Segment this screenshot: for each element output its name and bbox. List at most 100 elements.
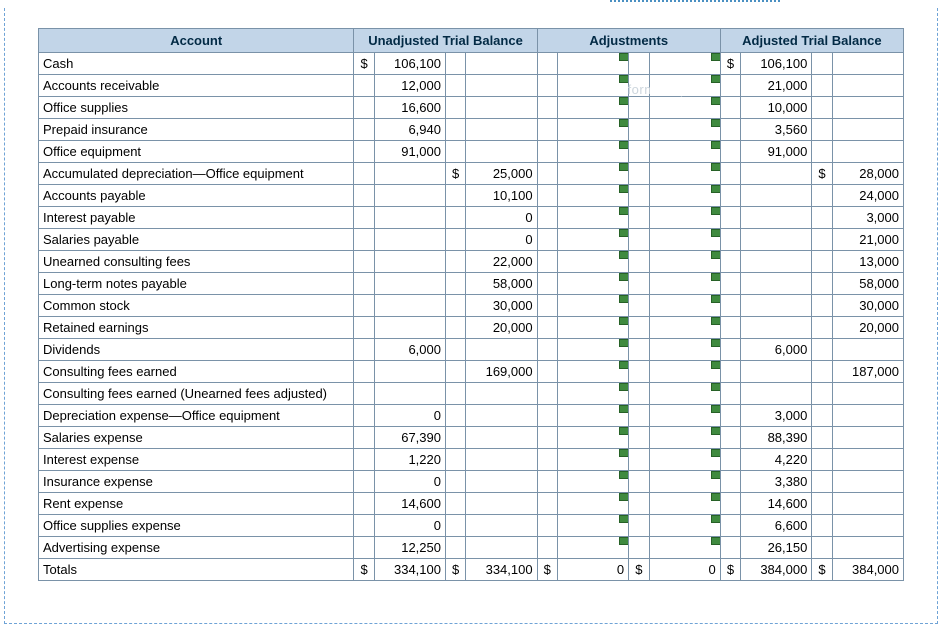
adj-cr-sym[interactable]: [629, 295, 649, 317]
adj-dr-input[interactable]: [557, 471, 628, 493]
unadj-dr-sym: [354, 471, 374, 493]
adj-cr-input[interactable]: [649, 229, 720, 251]
adj-trial-dr-sym: [720, 251, 740, 273]
adj-cr-sym[interactable]: [629, 471, 649, 493]
adj-dr-input[interactable]: [557, 537, 628, 559]
adj-cr-input[interactable]: [649, 119, 720, 141]
adj-cr-input[interactable]: [649, 273, 720, 295]
adj-cr-input[interactable]: [649, 361, 720, 383]
adj-cr-input[interactable]: [649, 493, 720, 515]
adj-dr-sym[interactable]: [537, 493, 557, 515]
adj-dr-sym[interactable]: [537, 427, 557, 449]
adj-dr-input[interactable]: [557, 361, 628, 383]
adj-dr-input[interactable]: [557, 427, 628, 449]
adj-dr-sym[interactable]: [537, 273, 557, 295]
adj-cr-input[interactable]: [649, 97, 720, 119]
adj-cr-input[interactable]: [649, 515, 720, 537]
totals-unadj-dr: 334,100: [374, 559, 445, 581]
adj-dr-sym[interactable]: [537, 229, 557, 251]
adj-cr-sym[interactable]: [629, 405, 649, 427]
adj-dr-input[interactable]: [557, 141, 628, 163]
adj-cr-input[interactable]: [649, 185, 720, 207]
adj-dr-input[interactable]: [557, 163, 628, 185]
adj-cr-input[interactable]: [649, 537, 720, 559]
adj-dr-input[interactable]: [557, 97, 628, 119]
adj-dr-sym[interactable]: [537, 97, 557, 119]
adj-dr-input[interactable]: [557, 317, 628, 339]
adj-dr-sym[interactable]: [537, 119, 557, 141]
adj-dr-input[interactable]: [557, 185, 628, 207]
adj-dr-input[interactable]: [557, 405, 628, 427]
adj-dr-input[interactable]: [557, 449, 628, 471]
adj-dr-sym[interactable]: [537, 471, 557, 493]
adj-cr-sym[interactable]: [629, 427, 649, 449]
adj-cr-sym[interactable]: [629, 515, 649, 537]
account-name: Dividends: [39, 339, 354, 361]
adj-cr-input[interactable]: [649, 75, 720, 97]
unadj-cr: 30,000: [466, 295, 537, 317]
adj-dr-input[interactable]: [557, 251, 628, 273]
adj-dr-input[interactable]: [557, 295, 628, 317]
adj-dr-sym[interactable]: [537, 339, 557, 361]
adj-cr-input[interactable]: [649, 53, 720, 75]
adj-dr-input[interactable]: [557, 119, 628, 141]
adj-dr-sym[interactable]: [537, 361, 557, 383]
adj-dr-sym[interactable]: [537, 405, 557, 427]
adj-cr-sym[interactable]: [629, 273, 649, 295]
adj-cr-input[interactable]: [649, 295, 720, 317]
adj-cr-sym[interactable]: [629, 53, 649, 75]
adj-dr-input[interactable]: [557, 339, 628, 361]
adj-dr-sym[interactable]: [537, 537, 557, 559]
adj-cr-input[interactable]: [649, 405, 720, 427]
adj-cr-sym[interactable]: [629, 493, 649, 515]
adj-dr-sym[interactable]: [537, 207, 557, 229]
adj-trial-cr-sym: $: [812, 163, 832, 185]
adj-dr-sym[interactable]: [537, 185, 557, 207]
adj-dr-sym[interactable]: [537, 295, 557, 317]
adj-dr-sym[interactable]: [537, 449, 557, 471]
adj-cr-input[interactable]: [649, 163, 720, 185]
adj-trial-dr: [741, 163, 812, 185]
adj-dr-input[interactable]: [557, 383, 628, 405]
adj-cr-sym[interactable]: [629, 75, 649, 97]
adj-dr-sym[interactable]: [537, 515, 557, 537]
adj-dr-sym[interactable]: [537, 75, 557, 97]
adj-dr-sym[interactable]: [537, 141, 557, 163]
adj-cr-sym[interactable]: [629, 185, 649, 207]
adj-cr-input[interactable]: [649, 383, 720, 405]
adj-cr-sym[interactable]: [629, 383, 649, 405]
adj-dr-input[interactable]: [557, 53, 628, 75]
adj-cr-sym[interactable]: [629, 339, 649, 361]
adj-cr-sym[interactable]: [629, 119, 649, 141]
adj-cr-input[interactable]: [649, 141, 720, 163]
adj-dr-sym[interactable]: [537, 383, 557, 405]
adj-cr-input[interactable]: [649, 207, 720, 229]
adj-dr-sym[interactable]: [537, 251, 557, 273]
adj-cr-sym[interactable]: [629, 97, 649, 119]
adj-cr-sym[interactable]: [629, 251, 649, 273]
adj-dr-sym[interactable]: [537, 53, 557, 75]
adj-dr-sym[interactable]: [537, 163, 557, 185]
adj-cr-sym[interactable]: [629, 141, 649, 163]
adj-dr-input[interactable]: [557, 273, 628, 295]
adj-dr-sym[interactable]: [537, 317, 557, 339]
adj-cr-sym[interactable]: [629, 163, 649, 185]
adj-cr-input[interactable]: [649, 449, 720, 471]
adj-cr-sym[interactable]: [629, 537, 649, 559]
adj-cr-input[interactable]: [649, 339, 720, 361]
adj-cr-sym[interactable]: [629, 361, 649, 383]
adj-dr-input[interactable]: [557, 229, 628, 251]
adj-dr-input[interactable]: [557, 207, 628, 229]
adj-dr-input[interactable]: [557, 75, 628, 97]
adj-cr-sym[interactable]: [629, 229, 649, 251]
adj-cr-input[interactable]: [649, 427, 720, 449]
adj-dr-input[interactable]: [557, 493, 628, 515]
adj-dr-input[interactable]: [557, 515, 628, 537]
adj-cr-sym[interactable]: [629, 317, 649, 339]
adj-cr-input[interactable]: [649, 317, 720, 339]
adj-trial-dr-sym: [720, 229, 740, 251]
adj-cr-sym[interactable]: [629, 207, 649, 229]
adj-cr-input[interactable]: [649, 471, 720, 493]
adj-cr-sym[interactable]: [629, 449, 649, 471]
adj-cr-input[interactable]: [649, 251, 720, 273]
